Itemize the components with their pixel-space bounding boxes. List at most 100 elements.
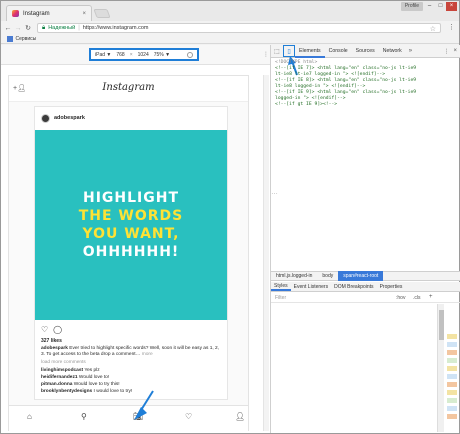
comment-icon[interactable]: ◯ bbox=[53, 325, 62, 334]
width-input[interactable]: 768 bbox=[116, 52, 124, 58]
dom-tree: <!DOCTYPE html> <!--[if IE 7]> <html lan… bbox=[275, 60, 459, 108]
apps-grid-icon[interactable] bbox=[7, 36, 13, 42]
rotate-icon[interactable] bbox=[187, 51, 193, 58]
swatch bbox=[447, 414, 457, 419]
forward-arrow-icon[interactable]: → bbox=[13, 25, 23, 32]
device-more-icon[interactable]: ⋮ bbox=[263, 51, 269, 58]
camera-icon[interactable]: 📷︎ bbox=[133, 412, 143, 421]
profile-icon[interactable]: 👤︎ bbox=[235, 412, 245, 421]
post-header: adobespark bbox=[35, 107, 227, 129]
new-style-rule-icon[interactable]: + bbox=[429, 294, 433, 300]
avatar[interactable] bbox=[41, 113, 50, 123]
load-more-comments[interactable]: load more comments bbox=[41, 360, 86, 365]
comment-user[interactable]: heidifernandez1 bbox=[41, 375, 78, 380]
instagram-header: +👤︎ Instagram bbox=[9, 76, 248, 102]
address-bar[interactable]: 🔒︎ Надежный | https://www.instagram.com … bbox=[37, 23, 441, 33]
chrome-menu-icon[interactable]: ⋮ bbox=[448, 23, 455, 31]
breadcrumb-html[interactable]: html.js.logged-in bbox=[271, 273, 317, 279]
comment: pitman.donna Would love to try this! bbox=[41, 382, 120, 387]
tab-network[interactable]: Network bbox=[379, 45, 406, 58]
tab-title: Instagram bbox=[23, 10, 50, 17]
device-frame: +👤︎ Instagram adobespark HIGHLIGHT THE W… bbox=[8, 75, 249, 431]
scroll-thumb[interactable] bbox=[439, 310, 444, 340]
comment-text: Yes plz bbox=[84, 368, 100, 373]
image-line-2: THE WORDS bbox=[78, 207, 184, 224]
color-swatch-column bbox=[445, 304, 459, 432]
height-input[interactable]: 1024 bbox=[138, 52, 149, 58]
maximize-button[interactable]: □ bbox=[435, 2, 446, 11]
swatch bbox=[447, 406, 457, 411]
post-username[interactable]: adobespark bbox=[54, 115, 85, 121]
class-toggle[interactable]: .cls bbox=[413, 295, 421, 301]
search-icon[interactable]: ⚲ bbox=[81, 412, 87, 421]
url-text[interactable]: https://www.instagram.com bbox=[83, 25, 149, 31]
heart-nav-icon[interactable]: ♡ bbox=[185, 412, 192, 421]
device-toolbar-bar: iPad ▼ 768 × 1024 75% ▼ ⋮ bbox=[1, 45, 270, 65]
tab-sources[interactable]: Sources bbox=[352, 45, 379, 58]
profile-button[interactable]: Profile bbox=[400, 2, 423, 11]
image-line-4: OHHHHHH! bbox=[82, 243, 180, 260]
swatch bbox=[447, 342, 457, 347]
swatch bbox=[447, 390, 457, 395]
comment-text: I would love to try! bbox=[93, 389, 133, 394]
post-image[interactable]: HIGHLIGHT THE WORDS YOU WANT, OHHHHHH! bbox=[35, 130, 227, 320]
more-tabs-icon[interactable]: » bbox=[406, 48, 415, 54]
tab-event-listeners[interactable]: Event Listeners bbox=[291, 284, 331, 290]
caption-username[interactable]: adobespark bbox=[41, 346, 68, 351]
new-tab-button[interactable] bbox=[93, 9, 111, 18]
emulated-viewport-pane: iPad ▼ 768 × 1024 75% ▼ ⋮ +👤︎ Instagram bbox=[1, 45, 270, 433]
caption-text: Ever tried to highlight specific words? … bbox=[41, 346, 220, 357]
likes-count[interactable]: 327 likes bbox=[41, 338, 62, 344]
devtools-menu-icon[interactable]: ⋮ bbox=[443, 48, 449, 55]
comment: brooklynbentydesigns I would love to try… bbox=[41, 389, 132, 394]
dom-line[interactable]: <!--[if gt IE 9]><!--> bbox=[275, 102, 459, 108]
tab-close-icon[interactable]: × bbox=[82, 11, 86, 17]
device-toolbar: iPad ▼ 768 × 1024 75% ▼ bbox=[89, 48, 199, 61]
address-toolbar: ← → ↻ 🔒︎ Надежный | https://www.instagra… bbox=[1, 21, 459, 35]
breadcrumb: html.js.logged-in body span#react-root bbox=[271, 271, 460, 281]
reload-icon[interactable]: ↻ bbox=[23, 24, 33, 32]
window-controls: – □ × bbox=[424, 2, 457, 11]
close-window-button[interactable]: × bbox=[446, 2, 457, 11]
bookmark-star-icon[interactable]: ☆ bbox=[430, 25, 436, 33]
url-separator: | bbox=[78, 25, 80, 31]
caption-more-link[interactable]: more bbox=[142, 352, 153, 357]
instagram-logo[interactable]: Instagram bbox=[9, 82, 248, 93]
browser-window: Instagram × Profile – □ × ← → ↻ 🔒︎ Надеж… bbox=[0, 0, 460, 434]
swatch bbox=[447, 398, 457, 403]
breadcrumb-react-root[interactable]: span#react-root bbox=[338, 271, 384, 281]
home-icon[interactable]: ⌂ bbox=[27, 412, 32, 421]
zoom-select[interactable]: 75% ▼ bbox=[154, 52, 170, 58]
secure-label: Надежный bbox=[48, 25, 76, 31]
heart-icon[interactable]: ♡ bbox=[41, 325, 48, 334]
back-arrow-icon[interactable]: ← bbox=[3, 25, 13, 32]
styles-scrollbar[interactable] bbox=[437, 304, 444, 432]
image-line-1: HIGHLIGHT bbox=[82, 189, 180, 206]
device-select[interactable]: iPad ▼ bbox=[95, 52, 111, 58]
swatch bbox=[447, 382, 457, 387]
minimize-button[interactable]: – bbox=[424, 2, 435, 11]
devtools-close-icon[interactable]: × bbox=[453, 48, 457, 55]
instagram-post: adobespark HIGHLIGHT THE WORDS YOU WANT,… bbox=[34, 106, 228, 400]
breadcrumb-body[interactable]: body bbox=[317, 273, 338, 279]
styles-subtabs: Styles Event Listeners DOM Breakpoints P… bbox=[271, 282, 460, 292]
swatch bbox=[447, 374, 457, 379]
comment-user[interactable]: pitman.donna bbox=[41, 382, 72, 387]
tab-styles[interactable]: Styles bbox=[271, 283, 291, 291]
tab-properties[interactable]: Properties bbox=[377, 284, 406, 290]
viewport-scrollbar[interactable] bbox=[263, 75, 269, 431]
hover-state-toggle[interactable]: :hov bbox=[396, 295, 405, 301]
tab-dom-breakpoints[interactable]: DOM Breakpoints bbox=[331, 284, 376, 290]
comment-text: Would love to! bbox=[78, 375, 110, 380]
comment: livinghimspodcast Yes plz bbox=[41, 368, 100, 373]
bookmarks-bar: Сервисы bbox=[1, 35, 459, 44]
comment-user[interactable]: livinghimspodcast bbox=[41, 368, 83, 373]
tab-instagram[interactable]: Instagram × bbox=[6, 5, 92, 21]
tab-strip: Instagram × Profile – □ × bbox=[1, 1, 459, 21]
bookmark-services[interactable]: Сервисы bbox=[16, 36, 37, 42]
swatch bbox=[447, 358, 457, 363]
dom-ellipsis[interactable]: … bbox=[271, 189, 278, 196]
comment-user[interactable]: brooklynbentydesigns bbox=[41, 389, 92, 394]
styles-filter-input[interactable]: Filter bbox=[275, 295, 286, 301]
swatch bbox=[447, 350, 457, 355]
